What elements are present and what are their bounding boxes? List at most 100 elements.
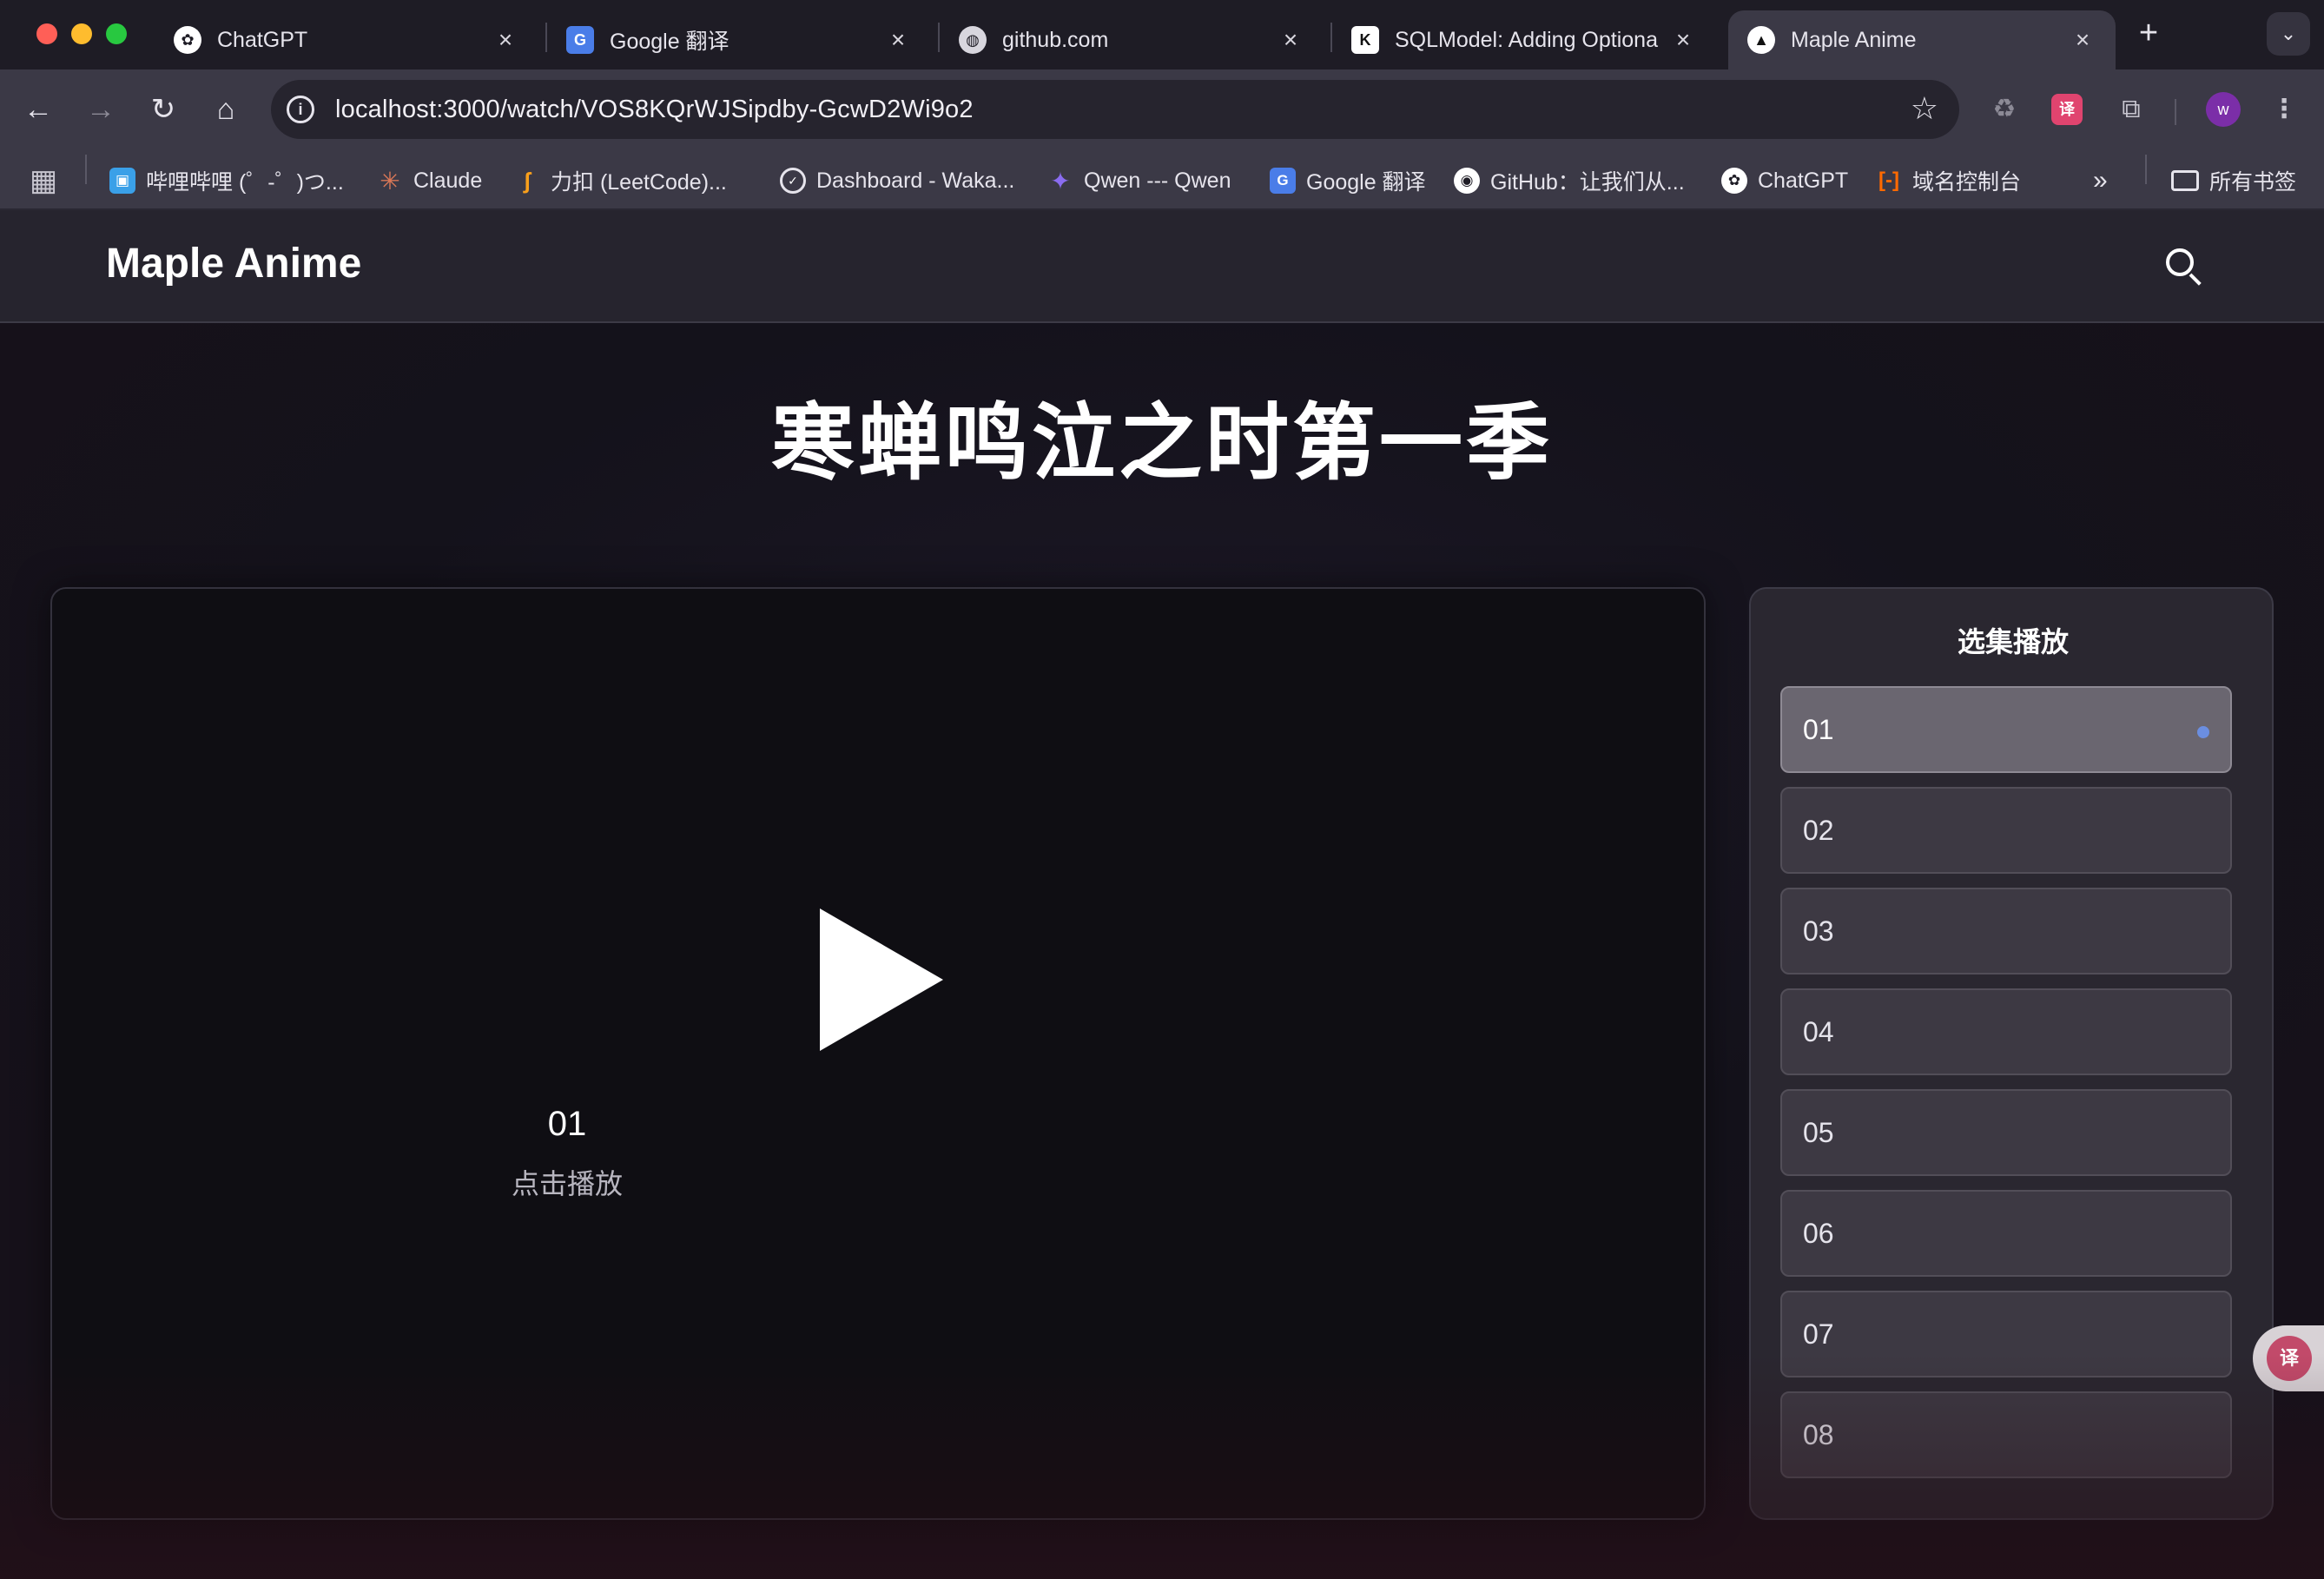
extensions-puzzle-icon[interactable]: ⧉ xyxy=(2110,89,2152,130)
tab-github[interactable]: ◍ github.com × xyxy=(940,10,1324,69)
tab-title: Google 翻译 xyxy=(610,30,730,54)
aliyun-icon: [-] xyxy=(1878,168,1899,192)
minimize-window-button[interactable] xyxy=(71,23,92,44)
close-icon[interactable]: × xyxy=(884,26,912,54)
bookmark-item[interactable]: ▣ 哔哩哔哩 (゜-゜)つ... xyxy=(109,163,344,198)
browser-toolbar: ← → ↻ ⌂ i localhost:3000/watch/VOS8KQrWJ… xyxy=(0,69,2324,149)
chatgpt-icon: ✿ xyxy=(174,26,201,54)
chatgpt-icon: ✿ xyxy=(1721,168,1747,194)
github-icon: ◉ xyxy=(1454,168,1480,194)
folder-icon xyxy=(2171,170,2199,191)
bookmark-label: 所有书签 xyxy=(2209,170,2297,195)
video-player[interactable]: 01 点击播放 xyxy=(50,587,1706,1520)
triangle-logo-icon: ▲ xyxy=(1747,26,1775,54)
episode-label: 08 xyxy=(1803,1419,1834,1450)
bookmark-star-icon[interactable]: ☆ xyxy=(1911,90,1938,127)
episode-label: 03 xyxy=(1803,915,1834,947)
back-arrow-icon[interactable]: ← xyxy=(17,89,59,130)
bookmarks-divider xyxy=(2145,155,2147,184)
all-bookmarks-folder[interactable]: 所有书签 xyxy=(2171,163,2296,198)
more-bookmarks-chevron-icon[interactable]: » xyxy=(2093,163,2108,198)
recycle-extension-icon[interactable]: ♻ xyxy=(1984,89,2025,130)
episode-button-06[interactable]: 06 xyxy=(1780,1190,2232,1277)
episode-panel: 选集播放 01 02 03 04 05 06 07 08 xyxy=(1749,587,2274,1520)
bookmark-item[interactable]: [-] 域名控制台 xyxy=(1876,163,2021,198)
google-translate-icon: G xyxy=(1270,168,1296,194)
new-tab-button[interactable]: + xyxy=(2129,14,2168,52)
site-brand[interactable]: Maple Anime xyxy=(106,240,361,287)
address-bar[interactable]: i localhost:3000/watch/VOS8KQrWJSipdby-G… xyxy=(271,80,1959,139)
qwen-icon: ✦ xyxy=(1050,167,1071,195)
player-episode-number: 01 xyxy=(547,1105,587,1143)
google-translate-icon: G xyxy=(566,26,594,54)
bookmarks-divider xyxy=(85,155,87,184)
search-icon[interactable] xyxy=(2162,245,2206,288)
bookmark-label: 哔哩哔哩 (゜-゜)つ... xyxy=(146,170,344,195)
close-window-button[interactable] xyxy=(36,23,57,44)
player-hint: 点击播放 xyxy=(511,1168,623,1199)
maximize-window-button[interactable] xyxy=(106,23,127,44)
claude-icon: ✳ xyxy=(380,167,400,195)
play-icon[interactable] xyxy=(820,908,943,1051)
bilibili-icon: ▣ xyxy=(109,168,135,194)
browser-window: ✿ ChatGPT × G Google 翻译 × ◍ github.com ×… xyxy=(0,0,2324,1579)
bookmark-item[interactable]: ✓ Dashboard - Waka... xyxy=(780,163,1014,198)
tab-maple-anime[interactable]: ▲ Maple Anime × xyxy=(1728,10,2116,69)
site-info-icon[interactable]: i xyxy=(287,96,314,123)
close-icon[interactable]: × xyxy=(492,26,519,54)
translate-icon: 译 xyxy=(2267,1336,2312,1381)
tab-sqlmodel[interactable]: K SQLModel: Adding Optiona × xyxy=(1332,10,1716,69)
episode-button-08[interactable]: 08 xyxy=(1780,1391,2232,1478)
episode-label: 01 xyxy=(1803,714,1834,745)
profile-avatar[interactable]: w xyxy=(2206,92,2241,127)
floating-translate-button[interactable]: 译 xyxy=(2253,1325,2324,1391)
bookmark-label: ChatGPT xyxy=(1758,168,1849,193)
close-icon[interactable]: × xyxy=(2069,26,2096,54)
home-icon[interactable]: ⌂ xyxy=(205,89,247,130)
close-icon[interactable]: × xyxy=(1277,26,1304,54)
bookmark-item[interactable]: ✿ ChatGPT xyxy=(1721,163,1848,198)
apps-grid-icon[interactable]: ▦ xyxy=(30,163,57,198)
tab-title: github.com xyxy=(1002,27,1109,52)
bookmark-label: Google 翻译 xyxy=(1306,170,1426,195)
tab-strip: ✿ ChatGPT × G Google 翻译 × ◍ github.com ×… xyxy=(0,0,2324,69)
episode-label: 04 xyxy=(1803,1016,1834,1047)
episode-button-07[interactable]: 07 xyxy=(1780,1291,2232,1377)
close-icon[interactable]: × xyxy=(1669,26,1697,54)
search-icon-ring xyxy=(2166,248,2194,276)
bookmark-label: GitHub：让我们从... xyxy=(1490,170,1685,195)
bookmark-item[interactable]: ◉ GitHub：让我们从... xyxy=(1454,163,1685,198)
episode-panel-title: 选集播放 xyxy=(1957,626,2069,657)
globe-icon: ◍ xyxy=(959,26,987,54)
tab-chatgpt[interactable]: ✿ ChatGPT × xyxy=(155,10,538,69)
wakatime-icon: ✓ xyxy=(780,168,806,194)
episode-button-02[interactable]: 02 xyxy=(1780,787,2232,874)
bookmark-label: Qwen --- Qwen xyxy=(1084,168,1231,193)
tab-title: SQLModel: Adding Optiona xyxy=(1395,27,1658,52)
episode-label: 07 xyxy=(1803,1318,1834,1350)
bookmark-item[interactable]: ✦ Qwen --- Qwen xyxy=(1047,163,1231,198)
tab-search-button[interactable]: ⌄ xyxy=(2267,12,2310,56)
episode-label: 02 xyxy=(1803,815,1834,846)
episode-button-03[interactable]: 03 xyxy=(1780,888,2232,974)
tab-google-translate[interactable]: G Google 翻译 × xyxy=(547,10,931,69)
site-header: Maple Anime xyxy=(0,210,2324,323)
now-playing-dot xyxy=(2197,726,2209,738)
episode-button-01[interactable]: 01 xyxy=(1780,686,2232,773)
bookmark-label: Dashboard - Waka... xyxy=(816,168,1015,193)
toolbar-divider xyxy=(2175,99,2176,125)
url-text[interactable]: localhost:3000/watch/VOS8KQrWJSipdby-Gcw… xyxy=(335,96,974,124)
episode-button-04[interactable]: 04 xyxy=(1780,988,2232,1075)
episode-button-05[interactable]: 05 xyxy=(1780,1089,2232,1176)
bookmark-item[interactable]: ✳ Claude xyxy=(377,163,482,198)
reload-icon[interactable]: ↻ xyxy=(142,89,184,130)
bookmark-item[interactable]: ʃ 力扣 (LeetCode)... xyxy=(514,163,727,198)
menu-kebab-icon[interactable]: ⋮ xyxy=(2263,89,2305,130)
bookmark-item[interactable]: G Google 翻译 xyxy=(1270,163,1426,198)
bookmarks-bar: ▦ ▣ 哔哩哔哩 (゜-゜)つ... ✳ Claude ʃ 力扣 (LeetCo… xyxy=(0,149,2324,210)
bookmark-label: 域名控制台 xyxy=(1912,170,2022,195)
web-page: Maple Anime 寒蝉鸣泣之时第一季 01 点击播放 选集播放 01 02… xyxy=(0,210,2324,1579)
translate-extension-icon[interactable]: 译 xyxy=(2051,94,2083,125)
episode-label: 06 xyxy=(1803,1218,1834,1249)
forward-arrow-icon[interactable]: → xyxy=(80,89,122,130)
